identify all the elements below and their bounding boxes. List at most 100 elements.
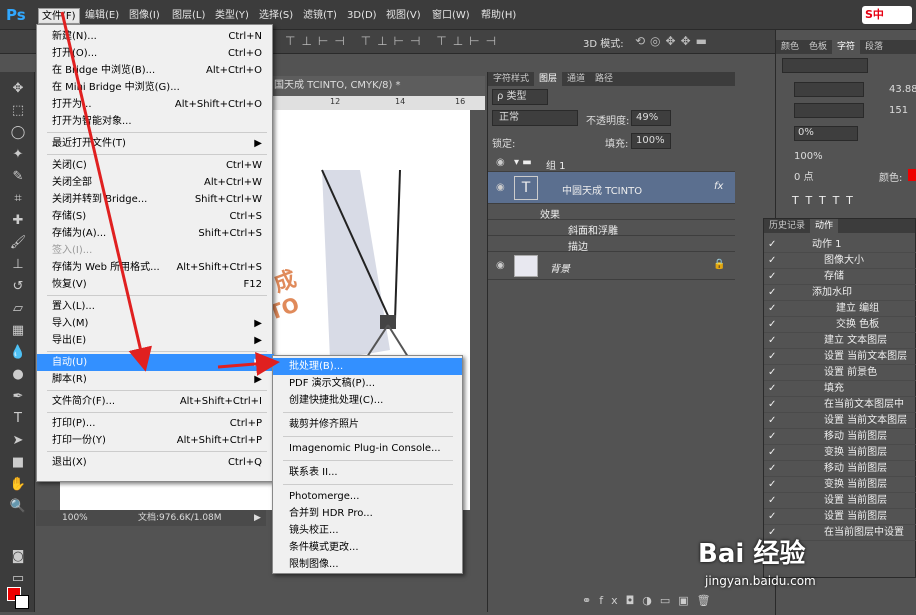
action-row[interactable]: ✓ 动作 1 [764,237,916,253]
check-icon[interactable]: ✓ [768,333,776,349]
fx-icon[interactable]: fx [714,181,723,192]
check-icon[interactable]: ✓ [768,365,776,381]
blend-mode-select[interactable]: 正常 [492,110,578,126]
blur-tool-icon[interactable]: 💧 [9,344,27,362]
move-tool-icon[interactable]: ✥ [9,80,27,98]
check-icon[interactable]: ✓ [768,429,776,445]
file-menu-item[interactable]: 关闭(C) Ctrl+W [37,157,274,174]
text-color-swatch[interactable] [908,169,916,181]
check-icon[interactable]: ✓ [768,301,776,317]
fill-field[interactable]: 100% [631,133,671,149]
visibility-eye-icon[interactable]: ◉ [496,157,505,168]
menu-view[interactable]: 视图(V) [386,8,421,24]
check-icon[interactable]: ✓ [768,285,776,301]
action-row[interactable]: ✓ 在当前文本图层中 [764,397,916,413]
tab-layers[interactable]: 图层 [534,72,563,86]
menu-file[interactable]: 文件(F) [38,8,80,24]
eyedropper-icon[interactable]: ✎ [9,168,27,186]
menu-filter[interactable]: 滤镜(T) [303,8,337,24]
lasso-tool-icon[interactable]: ◯ [9,124,27,142]
vscale-field[interactable]: 100% [794,151,846,166]
opacity-field[interactable]: 49% [631,110,671,126]
check-icon[interactable]: ✓ [768,461,776,477]
menu-help[interactable]: 帮助(H) [481,8,516,24]
tab-char-styles[interactable]: 字符样式 [488,72,534,86]
tab-actions[interactable]: 动作 [810,219,839,233]
layer-text-tcinto[interactable]: ◉ T 中圆天成 TCINTO fx [488,172,735,204]
tab-paths[interactable]: 路径 [590,72,618,86]
layer-group-1[interactable]: ◉ ▾ ▬ 组 1 [488,154,735,172]
tab-history[interactable]: 历史记录 [764,219,810,233]
check-icon[interactable]: ✓ [768,397,776,413]
file-menu-item[interactable]: 导入(M) ▶ [37,315,274,332]
action-row[interactable]: ✓ 变换 当前图层 [764,445,916,461]
magic-wand-icon[interactable]: ✦ [9,146,27,164]
text-style-buttons[interactable]: TTTTT [792,194,860,207]
action-row[interactable]: ✓ 存储 [764,269,916,285]
menu-image[interactable]: 图像(I) [129,8,160,24]
tab-color[interactable]: 颜色 [776,40,804,54]
menu-3d[interactable]: 3D(D) [347,8,377,24]
auto-submenu-item[interactable]: 批处理(B)... [273,358,462,375]
check-icon[interactable]: ✓ [768,477,776,493]
file-menu-item[interactable]: 脚本(R) ▶ [37,371,274,388]
tab-channels[interactable]: 通道 [562,72,590,86]
file-menu-item[interactable]: 自动(U) ▶ [37,354,274,371]
auto-submenu-item[interactable]: 裁剪并修齐照片 [273,416,462,433]
action-row[interactable]: ✓ 移动 当前图层 [764,429,916,445]
kerning-field[interactable] [794,103,864,118]
font-size-field[interactable] [794,82,864,97]
action-row[interactable]: ✓ 添加水印 [764,285,916,301]
shape-tool-icon[interactable]: ■ [9,454,27,472]
zoom-level[interactable]: 100% [62,510,88,526]
check-icon[interactable]: ✓ [768,269,776,285]
baseline-field[interactable]: 0 点 [794,168,846,183]
file-menu-item[interactable]: 存储为 Web 所用格式... Alt+Shift+Ctrl+S [37,259,274,276]
type-tool-icon[interactable]: T [9,410,27,428]
scale-field[interactable]: 0% [794,126,858,141]
action-row[interactable]: ✓ 设置 当前文本图层 [764,413,916,429]
menu-edit[interactable]: 编辑(E) [85,8,119,24]
check-icon[interactable]: ✓ [768,253,776,269]
file-menu-item[interactable]: 关闭并转到 Bridge... Shift+Ctrl+W [37,191,274,208]
file-menu-item[interactable]: 打开为... Alt+Shift+Ctrl+O [37,96,274,113]
auto-submenu-item[interactable]: 镜头校正... [273,522,462,539]
layer-effect-stroke[interactable]: 描边 [488,236,735,253]
action-row[interactable]: ✓ 建立 文本图层 [764,333,916,349]
layer-background[interactable]: ◉ 背景 🔒 [488,252,735,280]
auto-submenu-item[interactable]: 创建快捷批处理(C)... [273,392,462,409]
layer-effects[interactable]: 效果 [488,204,735,221]
action-row[interactable]: ✓ 设置 当前图层 [764,493,916,509]
screen-mode-icon[interactable]: ▭ [9,570,27,588]
check-icon[interactable]: ✓ [768,317,776,333]
check-icon[interactable]: ✓ [768,349,776,365]
action-row[interactable]: ✓ 移动 当前图层 [764,461,916,477]
file-menu-item[interactable]: 在 Bridge 中浏览(B)... Alt+Ctrl+O [37,62,274,79]
healing-brush-icon[interactable]: ✚ [9,212,27,230]
menu-window[interactable]: 窗口(W) [432,8,470,24]
file-menu-item[interactable]: 在 Mini Bridge 中浏览(G)... [37,79,274,96]
eraser-tool-icon[interactable]: ▱ [9,300,27,318]
menu-type[interactable]: 类型(Y) [215,8,249,24]
action-row[interactable]: ✓ 填充 [764,381,916,397]
status-arrow-icon[interactable]: ▶ [254,510,261,526]
auto-submenu-item[interactable]: Imagenomic Plug-in Console... [273,440,462,457]
brush-tool-icon[interactable]: 🖌 [9,234,27,252]
file-menu-item[interactable]: 导出(E) ▶ [37,332,274,349]
file-menu-item[interactable]: 打印(P)... Ctrl+P [37,415,274,432]
tab-swatches[interactable]: 色板 [804,40,832,54]
file-menu-item[interactable]: 新建(N)... Ctrl+N [37,28,274,45]
pen-tool-icon[interactable]: ✒ [9,388,27,406]
hand-tool-icon[interactable]: ✋ [9,476,27,494]
file-menu-item[interactable]: 文件简介(F)... Alt+Shift+Ctrl+I [37,393,274,410]
check-icon[interactable]: ✓ [768,237,776,253]
history-brush-icon[interactable]: ↺ [9,278,27,296]
action-row[interactable]: ✓ 设置 当前文本图层 [764,349,916,365]
auto-submenu-item[interactable]: 限制图像... [273,556,462,573]
file-menu-item[interactable]: 恢复(V) F12 [37,276,274,293]
3d-mode-icons[interactable]: ⟲◎✥✥▬ [635,34,712,48]
check-icon[interactable]: ✓ [768,445,776,461]
file-menu-item[interactable]: 打开为智能对象... [37,113,274,130]
file-menu-item[interactable]: 最近打开文件(T) ▶ [37,135,274,152]
tab-paragraph[interactable]: 段落 [860,40,888,54]
